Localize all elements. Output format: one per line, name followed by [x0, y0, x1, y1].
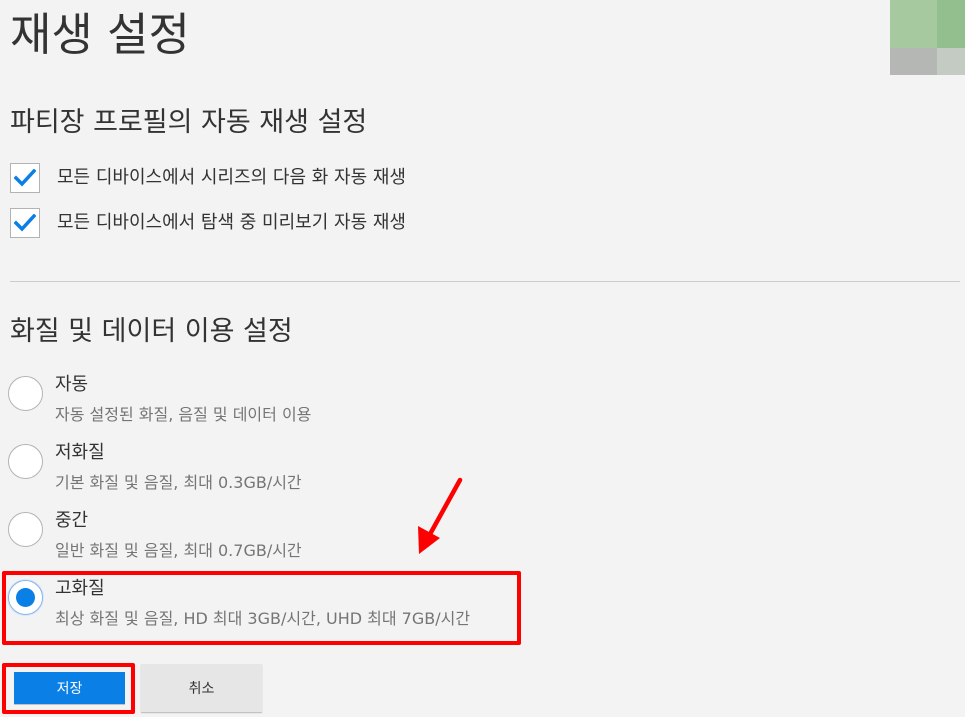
autoplay-next-episode-checkbox[interactable] [10, 163, 40, 193]
quality-medium-label: 중간 [55, 510, 89, 531]
quality-auto-radio[interactable] [8, 376, 43, 411]
quality-auto-description: 자동 설정된 화질, 음질 및 데이터 이용 [55, 405, 312, 424]
autoplay-next-episode-option[interactable]: 모든 디바이스에서 시리즈의 다음 화 자동 재생 [10, 162, 406, 194]
quality-medium-description: 일반 화질 및 음질, 최대 0.7GB/시간 [55, 541, 302, 560]
autoplay-previews-option[interactable]: 모든 디바이스에서 탐색 중 미리보기 자동 재생 [10, 207, 406, 239]
checkmark-icon [14, 169, 36, 187]
checkmark-icon [14, 214, 36, 232]
quality-option-auto[interactable]: 자동 자동 설정된 화질, 음질 및 데이터 이용 [8, 373, 518, 435]
autoplay-next-episode-label: 모든 디바이스에서 시리즈의 다음 화 자동 재생 [57, 167, 406, 188]
quality-section-title: 화질 및 데이터 이용 설정 [10, 316, 293, 347]
cancel-button[interactable]: 취소 [141, 664, 262, 712]
quality-low-label: 저화질 [55, 442, 105, 463]
autoplay-previews-label: 모든 디바이스에서 탐색 중 미리보기 자동 재생 [57, 212, 406, 233]
profile-avatar[interactable] [890, 0, 965, 75]
autoplay-previews-checkbox[interactable] [10, 208, 40, 238]
save-button[interactable]: 저장 [14, 672, 125, 704]
quality-medium-radio[interactable] [8, 512, 43, 547]
autoplay-section-title: 파티장 프로필의 자동 재생 설정 [10, 107, 368, 138]
quality-low-description: 기본 화질 및 음질, 최대 0.3GB/시간 [55, 473, 302, 492]
section-divider [10, 281, 960, 282]
annotation-highlight-high-quality [2, 571, 521, 645]
quality-low-radio[interactable] [8, 444, 43, 479]
page-title: 재생 설정 [10, 8, 190, 61]
quality-auto-label: 자동 [55, 374, 89, 395]
arrow-icon [418, 477, 463, 554]
